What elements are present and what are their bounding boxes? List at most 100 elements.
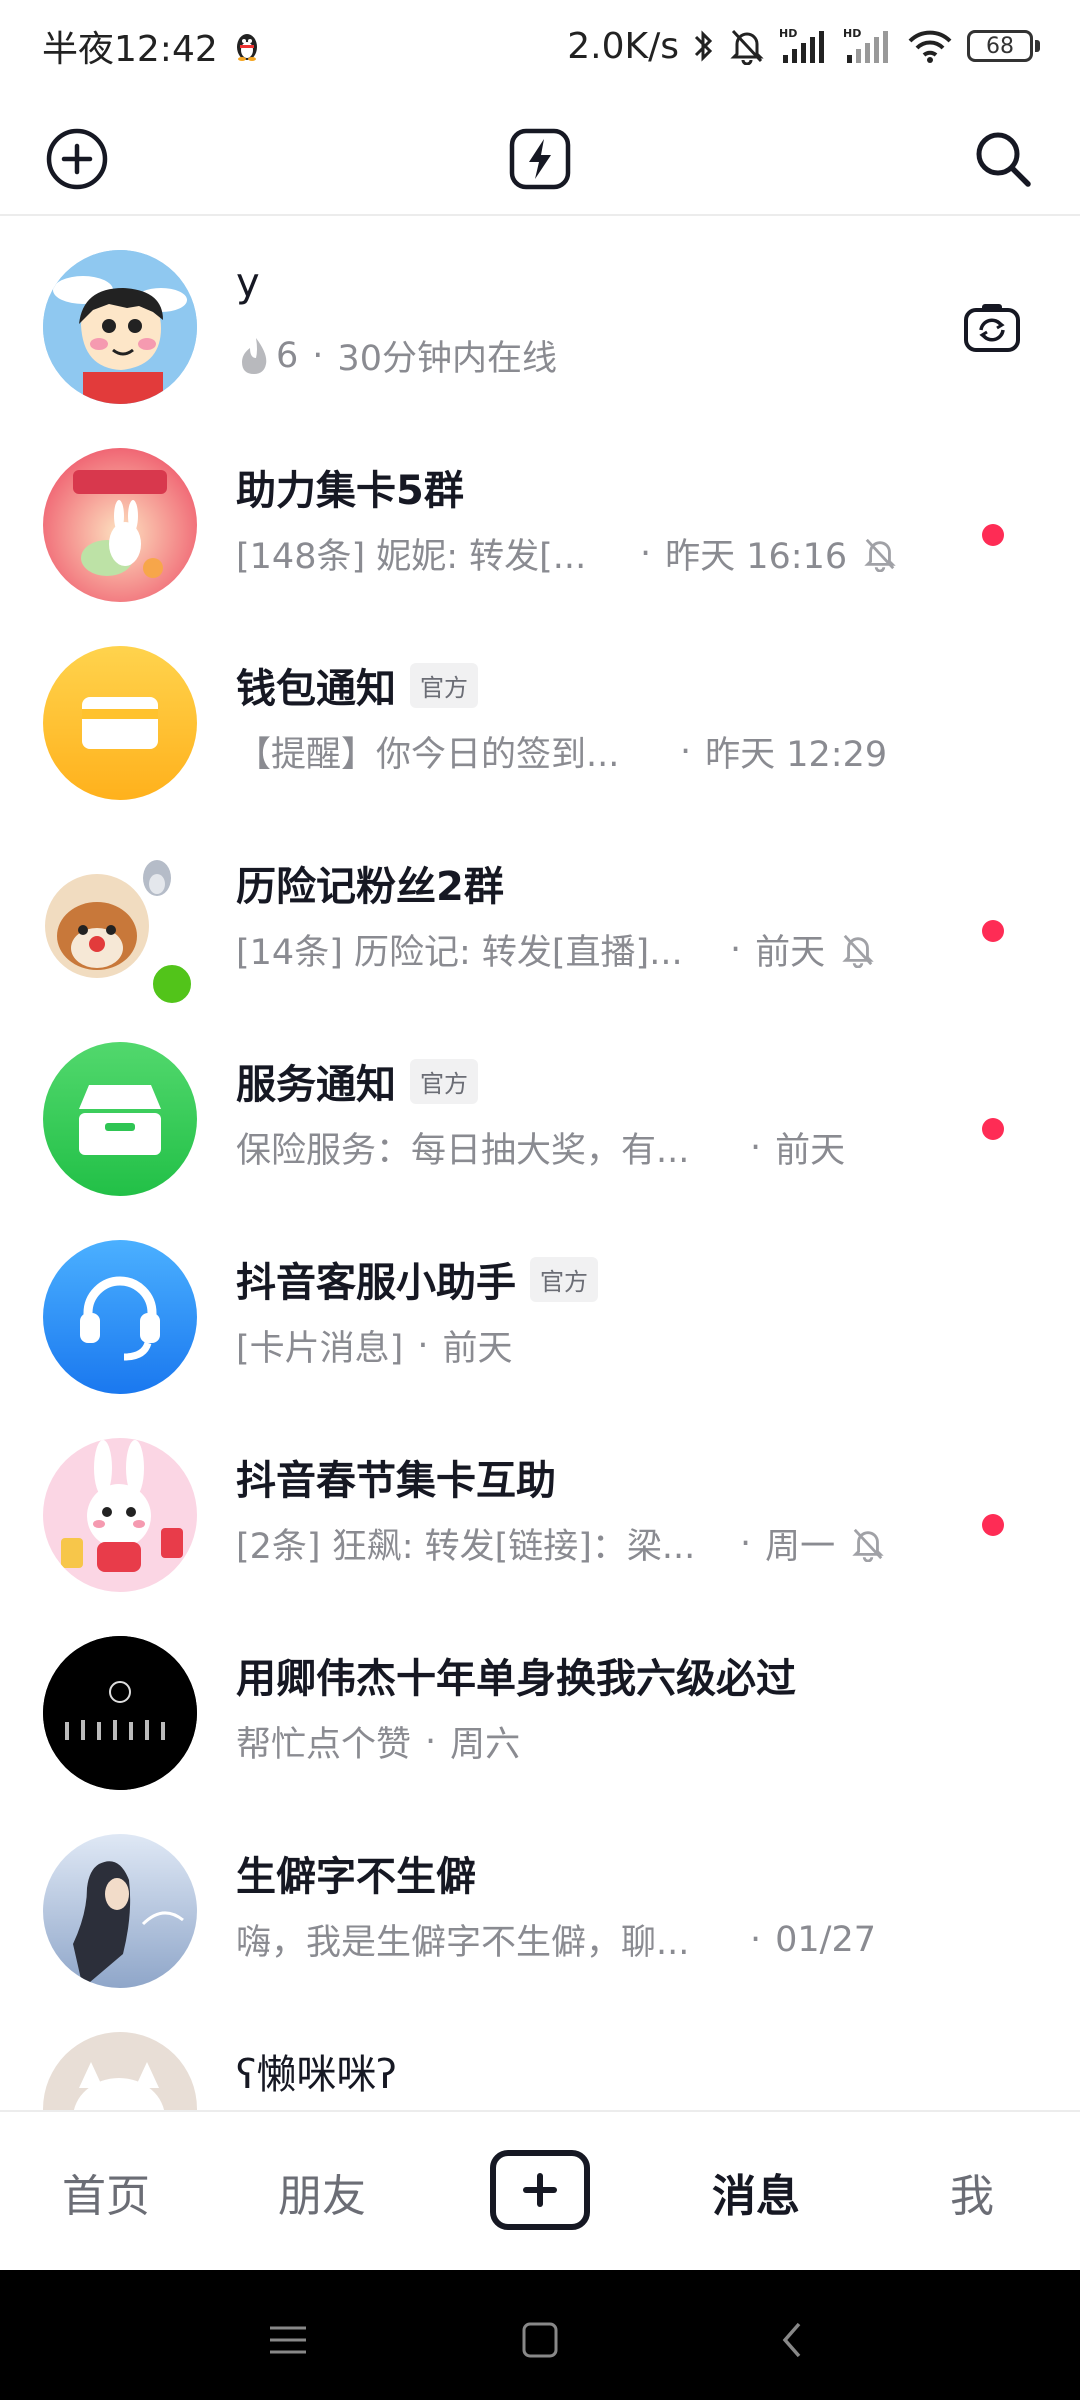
service-box-icon	[79, 1085, 161, 1155]
chat-title: 助力集卡5群	[236, 458, 464, 516]
chat-time: 昨天 12:29	[705, 735, 888, 775]
chat-preview-line: 【提醒】你今日的签到... · 昨天 12:29	[236, 726, 887, 777]
bluetooth-icon	[693, 27, 715, 65]
avatar	[43, 448, 197, 602]
avatar	[43, 1438, 197, 1592]
flash-icon[interactable]	[505, 124, 575, 194]
svg-text:HD: HD	[843, 27, 861, 40]
signal-hd-icon: HD	[779, 27, 829, 65]
plus-icon	[523, 2173, 557, 2207]
chat-preview-line: [14条] 历险记: 转发[直播]... · 前天	[236, 924, 875, 975]
chat-name: 历险记粉丝2群	[236, 864, 504, 910]
chat-preview: [2条] 狂飙: 转发[链接]：梁...	[236, 1527, 696, 1567]
nav-me[interactable]: 我	[950, 2160, 994, 2224]
chat-title: y	[236, 260, 260, 306]
chat-preview: [卡片消息]	[236, 1329, 404, 1369]
headset-icon	[80, 1276, 160, 1361]
unread-dot	[982, 524, 1004, 546]
spark-count: 6	[276, 335, 299, 376]
battery-level: 68	[986, 33, 1014, 59]
nav-messages[interactable]: 消息	[712, 2160, 800, 2224]
status-bar: 半夜12:42 2.0K/s HD HD 68	[0, 0, 1080, 92]
chat-item-group-2[interactable]: 历险记粉丝2群 [14条] 历险记: 转发[直播]... · 前天	[0, 824, 1080, 1022]
chat-item-contact-1[interactable]: 用卿伟杰十年单身换我六级必过 帮忙点个赞 · 周六	[0, 1616, 1080, 1814]
chat-preview: [14条] 历险记: 转发[直播]...	[236, 933, 683, 973]
unread-dot	[982, 1118, 1004, 1140]
avatar	[43, 250, 197, 404]
online-indicator	[148, 960, 196, 1008]
chat-name: y	[236, 260, 260, 306]
chat-preview: 嗨，我是生僻字不生僻，聊...	[236, 1923, 690, 1963]
muted-bell-icon	[863, 536, 897, 572]
chat-preview-line: [卡片消息] · 前天	[236, 1320, 512, 1371]
unread-dot	[982, 1514, 1004, 1536]
chat-item-wallet-notice[interactable]: 钱包通知 官方 【提醒】你今日的签到... · 昨天 12:29	[0, 626, 1080, 824]
nav-friends[interactable]: 朋友	[278, 2160, 366, 2224]
chat-title: 钱包通知 官方	[236, 656, 478, 714]
chat-title: 用卿伟杰十年单身换我六级必过	[236, 1646, 796, 1704]
chat-preview: 【提醒】你今日的签到...	[236, 735, 620, 775]
chat-preview: 帮忙点个赞	[236, 1725, 412, 1765]
chat-preview-line: [2条] 狂飙: 转发[链接]：梁... · 周一	[236, 1518, 885, 1569]
avatar	[43, 646, 197, 800]
network-speed: 2.0K/s	[567, 25, 679, 67]
chat-preview: 保险服务：每日抽大奖，有...	[236, 1131, 690, 1171]
chat-item-group-3[interactable]: 抖音春节集卡互助 [2条] 狂飙: 转发[链接]：梁... · 周一	[0, 1418, 1080, 1616]
avatar	[43, 1834, 197, 1988]
chat-item-contact-3[interactable]: ʕ懒咪咪ʔ	[0, 2012, 1080, 2110]
avatar	[43, 1636, 197, 1790]
chat-preview-line: [148条] 妮妮: 转发[... · 昨天 16:16	[236, 528, 897, 579]
chat-title: 生僻字不生僻	[236, 1844, 476, 1902]
chat-status: 6 · 30分钟内在线	[236, 330, 557, 381]
chat-name: 用卿伟杰十年单身换我六级必过	[236, 1656, 796, 1702]
chat-time: 周一	[765, 1527, 836, 1567]
svg-text:HD: HD	[779, 27, 797, 40]
menu-icon[interactable]	[258, 2310, 318, 2370]
chat-preview-line: 嗨，我是生僻字不生僻，聊... · 01/27	[236, 1914, 876, 1965]
official-badge: 官方	[410, 662, 478, 708]
search-icon[interactable]	[968, 124, 1038, 194]
chat-preview-line: 保险服务：每日抽大奖，有... · 前天	[236, 1122, 845, 1173]
wifi-icon	[907, 27, 953, 65]
chat-item-service-notice[interactable]: 服务通知 官方 保险服务：每日抽大奖，有... · 前天	[0, 1022, 1080, 1220]
chat-title: 服务通知 官方	[236, 1052, 478, 1110]
chat-item-support-assistant[interactable]: 抖音客服小助手 官方 [卡片消息] · 前天	[0, 1220, 1080, 1418]
avatar	[43, 1042, 197, 1196]
battery-icon: 68	[967, 30, 1040, 62]
add-circle-icon[interactable]	[42, 124, 112, 194]
chat-title: 抖音春节集卡互助	[236, 1448, 556, 1506]
chat-title: ʕ懒咪咪ʔ	[236, 2042, 397, 2100]
qq-penguin-icon	[234, 31, 260, 61]
chat-name: 服务通知	[236, 1062, 396, 1108]
chat-item-contact-2[interactable]: 生僻字不生僻 嗨，我是生僻字不生僻，聊... · 01/27	[0, 1814, 1080, 2012]
chat-title: 历险记粉丝2群	[236, 854, 504, 912]
chat-item-y[interactable]: y 6 · 30分钟内在线	[0, 230, 1080, 428]
chat-item-group-1[interactable]: 助力集卡5群 [148条] 妮妮: 转发[... · 昨天 16:16	[0, 428, 1080, 626]
chat-name: 钱包通知	[236, 666, 396, 712]
bottom-nav: 首页 朋友 消息 我	[0, 2110, 1080, 2270]
home-square-icon[interactable]	[510, 2310, 570, 2370]
create-button[interactable]	[490, 2150, 590, 2230]
muted-bell-icon	[851, 1526, 885, 1562]
official-badge: 官方	[530, 1256, 598, 1302]
online-status: 30分钟内在线	[337, 339, 557, 379]
avatar	[43, 1240, 197, 1394]
chat-name: 抖音客服小助手	[236, 1260, 516, 1306]
muted-bell-icon	[841, 932, 875, 968]
chat-title: 抖音客服小助手 官方	[236, 1250, 598, 1308]
back-chevron-icon[interactable]	[762, 2310, 822, 2370]
chat-name: 抖音春节集卡互助	[236, 1458, 556, 1504]
wallet-card-icon	[82, 697, 158, 749]
spark-icon	[236, 336, 272, 376]
unread-dot	[982, 920, 1004, 942]
chat-time: 前天	[442, 1329, 513, 1369]
chat-preview: [148条] 妮妮: 转发[...	[236, 537, 587, 577]
mute-bell-icon	[729, 27, 765, 65]
nav-home[interactable]: 首页	[62, 2160, 150, 2224]
chat-time: 昨天 16:16	[665, 537, 848, 577]
chat-time: 前天	[775, 1131, 846, 1171]
camera-switch-icon[interactable]	[962, 300, 1022, 356]
chat-time: 周六	[450, 1725, 521, 1765]
official-badge: 官方	[410, 1058, 478, 1104]
chat-name: 助力集卡5群	[236, 468, 464, 514]
